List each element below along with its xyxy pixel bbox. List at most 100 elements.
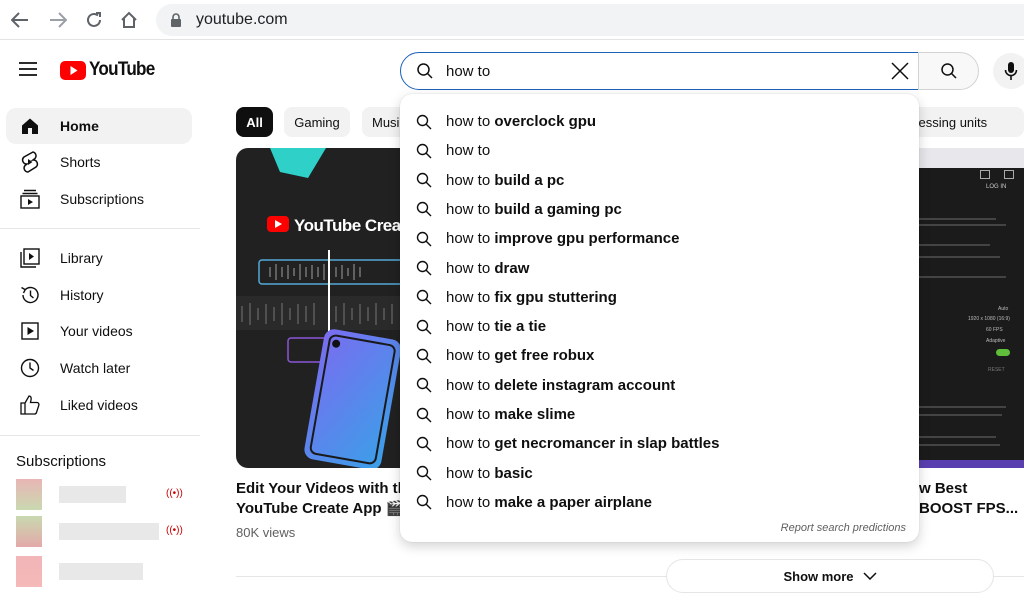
shorts-icon xyxy=(18,150,42,174)
suggestion-item[interactable]: how to build a gaming pc xyxy=(400,195,919,224)
subscriptions-icon xyxy=(18,187,42,211)
suggestion-item[interactable]: how to make a paper airplane xyxy=(400,488,919,517)
url-text: youtube.com xyxy=(196,11,288,28)
library-icon xyxy=(18,246,42,270)
suggestion-completion: make slime xyxy=(494,406,576,423)
sidebar-item-history[interactable]: History xyxy=(6,277,192,313)
suggestion-completion: fix gpu stuttering xyxy=(494,288,617,306)
video-thumbnail[interactable]: LOG IN Auto 1920 x 1080 (16:9) 60 FPS Ad… xyxy=(912,148,1024,468)
home-browser-icon[interactable] xyxy=(117,8,141,32)
text-line xyxy=(916,224,1006,226)
search-icon xyxy=(416,377,432,393)
suggestion-item[interactable]: how to get free robux xyxy=(400,341,919,370)
suggestion-text: how to make a paper airplane xyxy=(446,494,652,511)
suggestion-prefix: how to xyxy=(446,142,491,160)
youtube-play-icon xyxy=(60,60,86,80)
clear-search-icon[interactable] xyxy=(886,57,914,85)
search-input[interactable]: how to xyxy=(400,52,919,90)
sidebar-divider xyxy=(0,435,200,436)
suggestion-text: how to build a gaming pc xyxy=(446,201,622,218)
back-arrow-icon[interactable] xyxy=(8,8,32,32)
suggestion-completion: improve gpu performance xyxy=(494,230,680,248)
video-title-line[interactable]: BOOST FPS... xyxy=(919,499,1018,519)
microphone-icon[interactable] xyxy=(993,53,1024,89)
forward-arrow-icon[interactable] xyxy=(46,8,70,32)
suggestion-item[interactable]: how to fix gpu stuttering xyxy=(400,283,919,312)
avatar xyxy=(16,556,42,587)
suggestion-text: how to overclock gpu xyxy=(446,113,596,130)
chip-gaming[interactable]: Gaming xyxy=(284,107,350,137)
suggestion-text: how to delete instagram account xyxy=(446,377,675,394)
sidebar-item-subscriptions[interactable]: Subscriptions xyxy=(6,181,192,217)
toggle-switch xyxy=(996,349,1010,356)
suggestion-completion: build a pc xyxy=(494,171,565,189)
search-icon xyxy=(416,495,432,510)
setting-value: 1920 x 1080 (16:9) xyxy=(968,316,1010,322)
suggestion-item[interactable]: how to tie a tie xyxy=(400,312,919,341)
suggestion-completion: get necromancer in slap battles xyxy=(494,435,720,453)
menu-icon[interactable] xyxy=(16,57,40,81)
suggestion-item[interactable]: how to get necromancer in slap battles xyxy=(400,429,919,458)
suggestion-completion: build a gaming pc xyxy=(494,200,622,218)
sidebar-item-library[interactable]: Library xyxy=(6,240,192,276)
search-icon xyxy=(416,114,432,129)
sidebar-item-label: Liked videos xyxy=(60,397,138,413)
lock-icon xyxy=(170,12,184,28)
suggestion-text: how to fix gpu stuttering xyxy=(446,289,617,306)
masthead: YouTube how to xyxy=(0,41,1024,97)
suggestion-text: how to draw xyxy=(446,260,529,277)
sidebar-item-watch-later[interactable]: Watch later xyxy=(6,350,192,386)
youtube-logo[interactable]: YouTube xyxy=(60,59,162,81)
text-line xyxy=(916,276,1006,278)
suggestion-text: how to basic xyxy=(446,465,533,482)
chip-processing-units[interactable]: cessing units xyxy=(906,107,1024,137)
suggestion-item[interactable]: how to build a pc xyxy=(400,166,919,195)
text-line xyxy=(916,414,1002,416)
chip-all[interactable]: All xyxy=(236,107,273,137)
subscription-channel[interactable]: ((•)) xyxy=(16,516,200,547)
sidebar-item-home[interactable]: Home xyxy=(6,108,192,144)
login-text: LOG IN xyxy=(986,184,1007,190)
suggestion-item[interactable]: how to improve gpu performance xyxy=(400,224,919,253)
home-icon xyxy=(18,114,42,138)
video-title-line[interactable]: YouTube Create App 🎬 xyxy=(236,499,404,519)
sidebar-item-label: Your videos xyxy=(60,323,133,339)
suggestion-completion: get free robux xyxy=(494,347,595,365)
suggestion-prefix: how to xyxy=(446,376,495,394)
search-button[interactable] xyxy=(918,52,979,90)
video-thumbnail[interactable]: YouTube Create xyxy=(236,148,400,468)
search-icon xyxy=(416,172,432,188)
video-title-line[interactable]: w Best xyxy=(919,479,967,499)
video-title-line[interactable]: Edit Your Videos with the xyxy=(236,479,415,499)
reset-text: RESET xyxy=(988,367,1005,373)
subscription-channel[interactable]: ((•)) xyxy=(16,479,200,510)
subscription-channel[interactable] xyxy=(16,556,200,587)
suggestion-prefix: how to xyxy=(446,200,495,218)
suggestion-item[interactable]: how to draw xyxy=(400,254,919,283)
suggestion-prefix: how to xyxy=(446,347,495,365)
reload-icon[interactable] xyxy=(82,8,106,32)
suggestion-item[interactable]: how to overclock gpu xyxy=(400,107,919,136)
suggestion-prefix: how to xyxy=(446,113,495,130)
suggestion-item[interactable]: how to delete instagram account xyxy=(400,371,919,400)
text-line xyxy=(916,218,996,220)
report-predictions-link[interactable]: Report search predictions xyxy=(781,522,906,534)
sidebar-item-your-videos[interactable]: Your videos xyxy=(6,313,192,349)
avatar xyxy=(16,479,42,510)
suggestion-item[interactable]: how to basic xyxy=(400,459,919,488)
thumbnail-bottom-bar xyxy=(912,460,1024,468)
suggestion-text: how to get necromancer in slap battles xyxy=(446,435,719,452)
suggestion-item[interactable]: how to make slime xyxy=(400,400,919,429)
search-icon xyxy=(416,260,432,276)
suggestion-completion: basic xyxy=(494,464,533,482)
sidebar-item-liked-videos[interactable]: Liked videos xyxy=(6,387,192,423)
sidebar-item-shorts[interactable]: Shorts xyxy=(6,144,192,180)
suggestion-item[interactable]: how to xyxy=(400,136,919,165)
live-broadcast-icon: ((•)) xyxy=(166,488,183,499)
guide-sidebar: Home Shorts Subscriptions Library Histor… xyxy=(0,97,205,594)
live-broadcast-icon: ((•)) xyxy=(166,525,183,536)
suggestion-completion: make a paper airplane xyxy=(494,493,652,511)
show-more-button[interactable]: Show more xyxy=(666,559,994,593)
address-bar[interactable]: youtube.com xyxy=(156,4,1024,36)
text-line xyxy=(916,436,996,438)
